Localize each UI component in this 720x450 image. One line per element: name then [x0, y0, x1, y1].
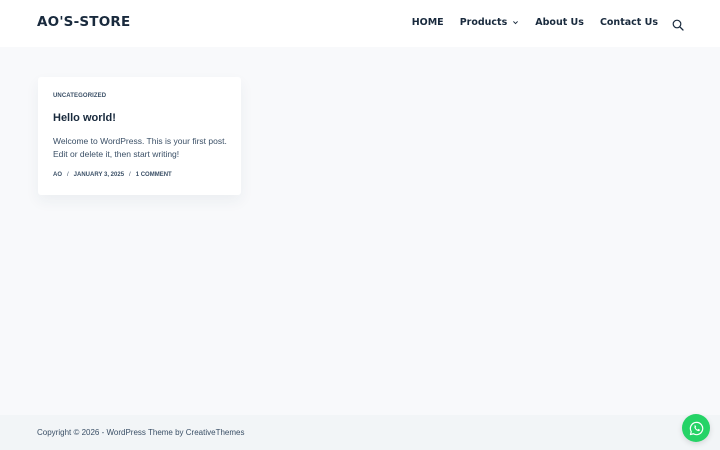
nav-item-label: Contact Us: [599, 17, 658, 28]
post-meta: AO / JANUARY 3, 2025 / 1 COMMENT: [53, 172, 172, 178]
site-header: AO'S-STORE HOME Products About Us Contac…: [0, 0, 720, 47]
post-author-link[interactable]: AO: [53, 172, 62, 178]
post-title-link[interactable]: Hello world!: [53, 112, 116, 124]
post-date-link[interactable]: JANUARY 3, 2025: [74, 172, 124, 178]
site-logo[interactable]: AO'S-STORE: [37, 14, 130, 30]
whatsapp-chat-button[interactable]: [682, 414, 710, 442]
nav-item-label: Products: [459, 17, 508, 28]
nav-item-label: About Us: [535, 17, 584, 28]
search-icon: [672, 19, 684, 31]
main-nav: HOME Products About Us Contact Us: [412, 17, 658, 28]
meta-separator: /: [67, 172, 69, 178]
search-button[interactable]: [672, 18, 684, 31]
nav-item-home[interactable]: HOME: [412, 17, 444, 28]
nav-item-about-us[interactable]: About Us: [535, 17, 584, 28]
nav-item-label: HOME: [411, 17, 444, 28]
nav-item-products[interactable]: Products: [460, 17, 520, 28]
post-card: UNCATEGORIZED Hello world! Welcome to Wo…: [38, 77, 241, 195]
footer-copyright: Copyright © 2026 - WordPress Theme by Cr…: [37, 428, 245, 437]
post-excerpt: Welcome to WordPress. This is your first…: [53, 136, 227, 159]
nav-item-contact-us[interactable]: Contact Us: [600, 17, 658, 28]
post-category-link[interactable]: UNCATEGORIZED: [53, 93, 106, 99]
post-comments-link[interactable]: 1 COMMENT: [136, 172, 172, 178]
site-footer: Copyright © 2026 - WordPress Theme by Cr…: [0, 415, 720, 450]
chevron-down-icon: [513, 21, 519, 25]
meta-separator: /: [129, 172, 131, 178]
whatsapp-icon: [689, 421, 703, 435]
